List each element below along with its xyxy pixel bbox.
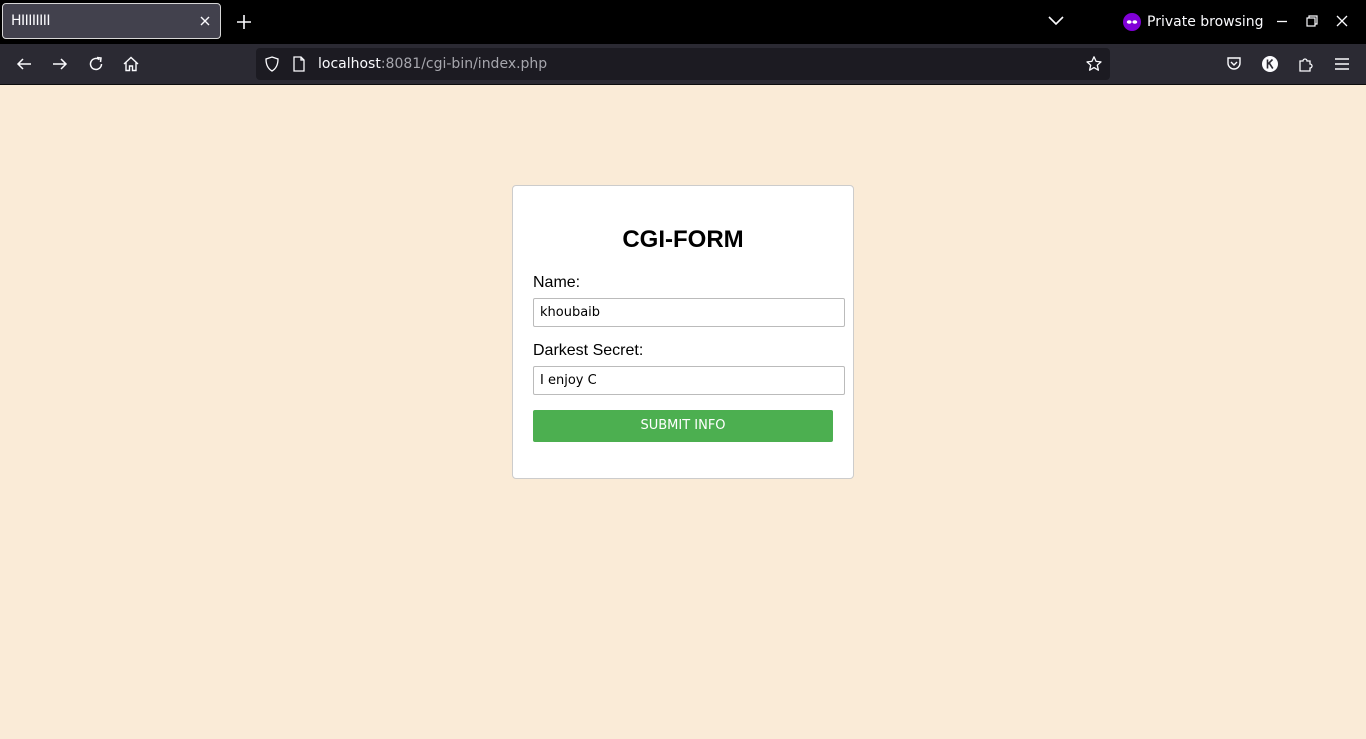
tracking-shield-icon[interactable] (263, 55, 281, 73)
close-icon[interactable] (198, 14, 212, 28)
tab-strip: HIIIIIIII Private browsing (0, 0, 1366, 44)
extensions-icon[interactable] (1297, 55, 1315, 73)
close-window-icon[interactable] (1335, 14, 1349, 28)
url-bar[interactable]: localhost:8081/cgi-bin/index.php (256, 48, 1110, 80)
tab-title: HIIIIIIII (11, 13, 51, 29)
secret-field-value: I enjoy C (540, 373, 597, 388)
secret-field[interactable]: I enjoy C (533, 366, 845, 395)
url-text[interactable]: localhost:8081/cgi-bin/index.php (318, 56, 547, 72)
reload-icon[interactable] (87, 55, 105, 73)
page-content: CGI-FORM Name: khoubaib Darkest Secret: … (0, 85, 1366, 739)
page-info-icon[interactable] (291, 55, 307, 73)
name-label: Name: (533, 274, 581, 291)
new-tab-icon[interactable] (234, 12, 254, 32)
back-icon[interactable] (15, 55, 33, 73)
account-avatar-icon[interactable] (1261, 55, 1279, 73)
forward-icon[interactable] (51, 55, 69, 73)
bookmark-star-icon[interactable] (1085, 55, 1103, 73)
browser-window: HIIIIIIII Private browsing localhost:808… (0, 0, 1366, 739)
menu-icon[interactable] (1333, 55, 1351, 73)
submit-button[interactable]: SUBMIT INFO (533, 410, 833, 442)
private-browsing-label: Private browsing (1147, 14, 1264, 30)
url-host: localhost (318, 56, 381, 72)
secret-label: Darkest Secret: (533, 342, 644, 359)
chevron-down-icon[interactable] (1047, 14, 1065, 28)
navigation-bar: localhost:8081/cgi-bin/index.php (0, 44, 1366, 85)
minimize-icon[interactable] (1275, 14, 1289, 28)
private-mask-icon (1123, 13, 1141, 31)
restore-icon[interactable] (1305, 14, 1319, 28)
form-card: CGI-FORM Name: khoubaib Darkest Secret: … (512, 185, 854, 479)
url-path: :8081/cgi-bin/index.php (380, 56, 548, 72)
pocket-icon[interactable] (1225, 55, 1243, 73)
private-browsing-indicator: Private browsing (1123, 12, 1264, 32)
home-icon[interactable] (122, 55, 140, 73)
active-tab[interactable]: HIIIIIIII (2, 3, 221, 39)
name-field[interactable]: khoubaib (533, 298, 845, 327)
form-title: CGI-FORM (622, 226, 744, 253)
name-field-value: khoubaib (540, 305, 601, 320)
